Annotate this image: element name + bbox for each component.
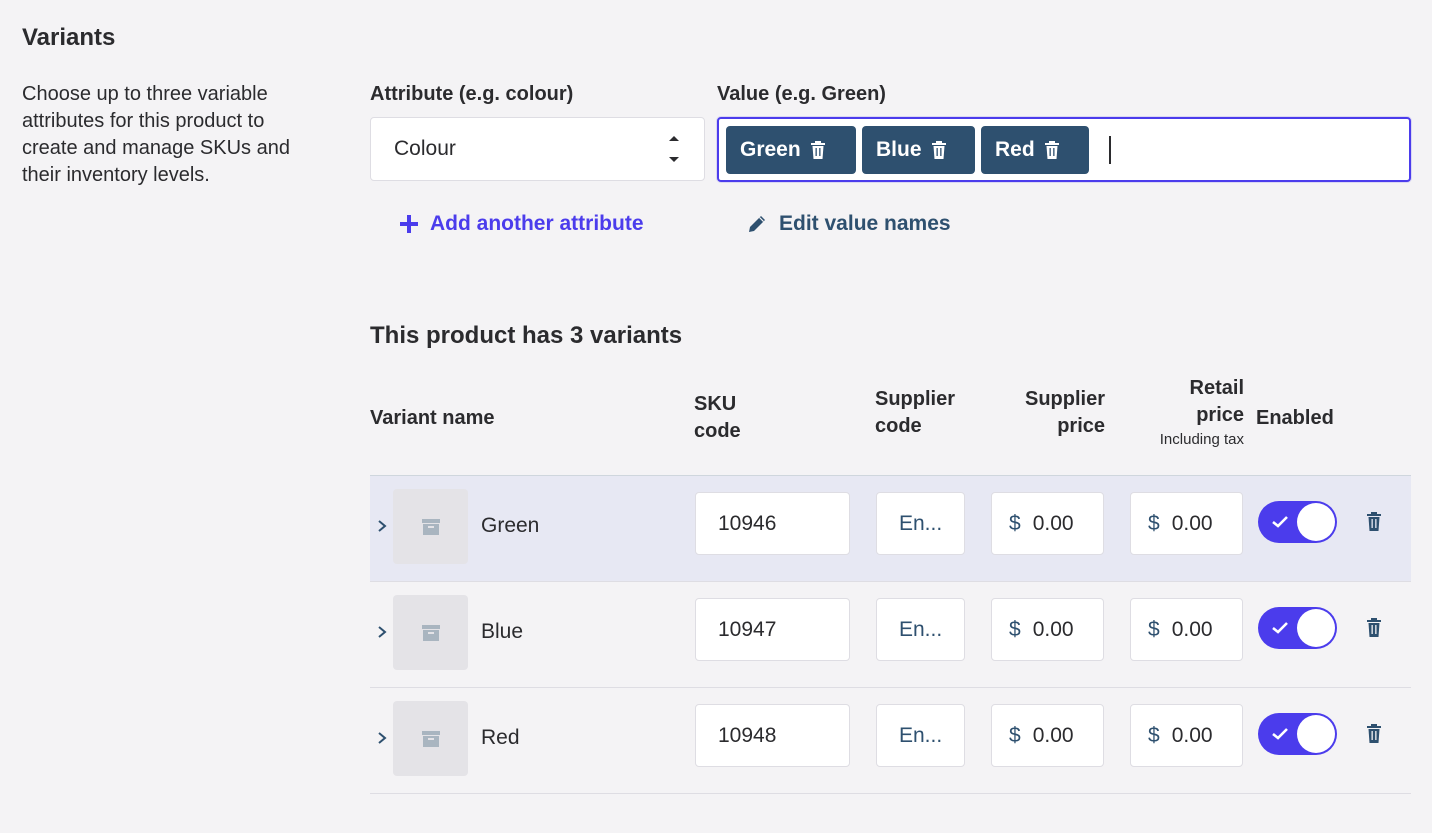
currency-symbol: $ (1009, 511, 1021, 535)
currency-symbol: $ (1148, 723, 1160, 747)
column-header-line: Retail (1189, 377, 1244, 399)
column-header-supplier-price: Supplier price (1005, 386, 1105, 440)
add-attribute-button[interactable]: Add another attribute (400, 212, 644, 236)
value-chip-blue: Blue (862, 126, 975, 174)
check-icon (1272, 516, 1288, 528)
table-row: Green 10946 En... $ 0.00 $ 0.00 (370, 476, 1411, 582)
section-description: Choose up to three variable attributes f… (22, 83, 290, 186)
section-title: Variants (22, 24, 116, 51)
column-header-enabled: Enabled (1256, 407, 1334, 429)
retail-price-value: 0.00 (1171, 723, 1213, 747)
supplier-code-value: En... (899, 617, 943, 641)
retail-price-input[interactable]: $ 0.00 (1130, 492, 1243, 555)
sku-value: 10948 (718, 723, 777, 747)
column-header-line: price (1196, 404, 1244, 426)
supplier-code-input[interactable]: En... (876, 704, 965, 767)
column-header-line: Supplier (875, 388, 956, 410)
column-header-supplier-code: Supplier code (875, 386, 955, 440)
chevron-right-icon[interactable] (376, 518, 388, 534)
pencil-icon (749, 216, 765, 232)
enabled-toggle[interactable] (1258, 713, 1337, 755)
enabled-toggle[interactable] (1258, 501, 1337, 543)
chevron-right-icon[interactable] (376, 730, 388, 746)
variant-name: Blue (481, 620, 524, 643)
add-attribute-label: Add another attribute (430, 212, 644, 235)
variant-thumbnail[interactable] (393, 701, 468, 776)
toggle-knob (1297, 715, 1335, 753)
trash-icon[interactable] (931, 141, 947, 159)
enabled-toggle[interactable] (1258, 607, 1337, 649)
column-header-line: SKU (694, 393, 737, 415)
column-header-retail-price-sub: Including tax (1159, 431, 1244, 448)
currency-symbol: $ (1009, 723, 1021, 747)
column-header-line: code (694, 420, 741, 442)
column-header-line: price (1057, 415, 1105, 437)
trash-icon[interactable] (810, 141, 826, 159)
currency-symbol: $ (1148, 511, 1160, 535)
column-header-variant-name: Variant name (370, 407, 495, 429)
value-label: Value (e.g. Green) (717, 83, 886, 105)
currency-symbol: $ (1148, 617, 1160, 641)
value-chip-red: Red (981, 126, 1089, 174)
column-header-line: code (875, 415, 922, 437)
sku-input[interactable]: 10946 (695, 492, 850, 555)
supplier-code-value: En... (899, 723, 943, 747)
retail-price-input[interactable]: $ 0.00 (1130, 598, 1243, 661)
supplier-price-value: 0.00 (1032, 617, 1074, 641)
edit-value-names-button[interactable]: Edit value names (747, 212, 951, 236)
column-header-sku: SKU code (694, 391, 741, 445)
supplier-price-input[interactable]: $ 0.00 (991, 598, 1104, 661)
trash-icon[interactable] (1044, 141, 1060, 159)
attribute-label: Attribute (e.g. colour) (370, 83, 574, 105)
supplier-price-value: 0.00 (1032, 511, 1074, 535)
supplier-price-value: 0.00 (1032, 723, 1074, 747)
supplier-price-input[interactable]: $ 0.00 (991, 492, 1104, 555)
trash-icon[interactable] (1366, 618, 1382, 637)
supplier-code-value: En... (899, 511, 943, 535)
retail-price-value: 0.00 (1171, 617, 1213, 641)
variant-thumbnail[interactable] (393, 489, 468, 564)
attribute-select-value: Colour (394, 137, 456, 160)
plus-icon (400, 215, 418, 233)
supplier-code-input[interactable]: En... (876, 492, 965, 555)
trash-icon[interactable] (1366, 512, 1382, 531)
select-updown-icon (669, 136, 679, 162)
variants-heading: This product has 3 variants (370, 322, 683, 349)
chevron-right-icon[interactable] (376, 624, 388, 640)
archive-box-icon (421, 518, 440, 535)
table-row: Blue 10947 En... $ 0.00 $ 0.00 (370, 582, 1411, 688)
archive-box-icon (421, 730, 440, 747)
value-chip-label: Blue (876, 138, 922, 161)
check-icon (1272, 728, 1288, 740)
attribute-select[interactable]: Colour (370, 117, 705, 181)
value-chip-label: Green (740, 138, 801, 161)
toggle-knob (1297, 503, 1335, 541)
edit-value-names-label: Edit value names (779, 212, 951, 235)
check-icon (1272, 622, 1288, 634)
value-chip-label: Red (995, 138, 1035, 161)
value-chip-green: Green (726, 126, 856, 174)
supplier-code-input[interactable]: En... (876, 598, 965, 661)
variant-name: Red (481, 726, 520, 749)
text-caret (1109, 136, 1111, 164)
currency-symbol: $ (1009, 617, 1021, 641)
column-header-line: Supplier (1024, 388, 1105, 410)
toggle-knob (1297, 609, 1335, 647)
sku-input[interactable]: 10947 (695, 598, 850, 661)
archive-box-icon (421, 624, 440, 641)
retail-price-value: 0.00 (1171, 511, 1213, 535)
value-tag-input[interactable]: Green Blue Red (717, 117, 1411, 182)
variant-name: Green (481, 514, 540, 537)
supplier-price-input[interactable]: $ 0.00 (991, 704, 1104, 767)
table-row: Red 10948 En... $ 0.00 $ 0.00 (370, 688, 1411, 794)
column-header-retail-price: Retail price (1144, 375, 1244, 429)
variant-thumbnail[interactable] (393, 595, 468, 670)
sku-value: 10947 (718, 617, 777, 641)
retail-price-input[interactable]: $ 0.00 (1130, 704, 1243, 767)
sku-value: 10946 (718, 511, 777, 535)
sku-input[interactable]: 10948 (695, 704, 850, 767)
trash-icon[interactable] (1366, 724, 1382, 743)
